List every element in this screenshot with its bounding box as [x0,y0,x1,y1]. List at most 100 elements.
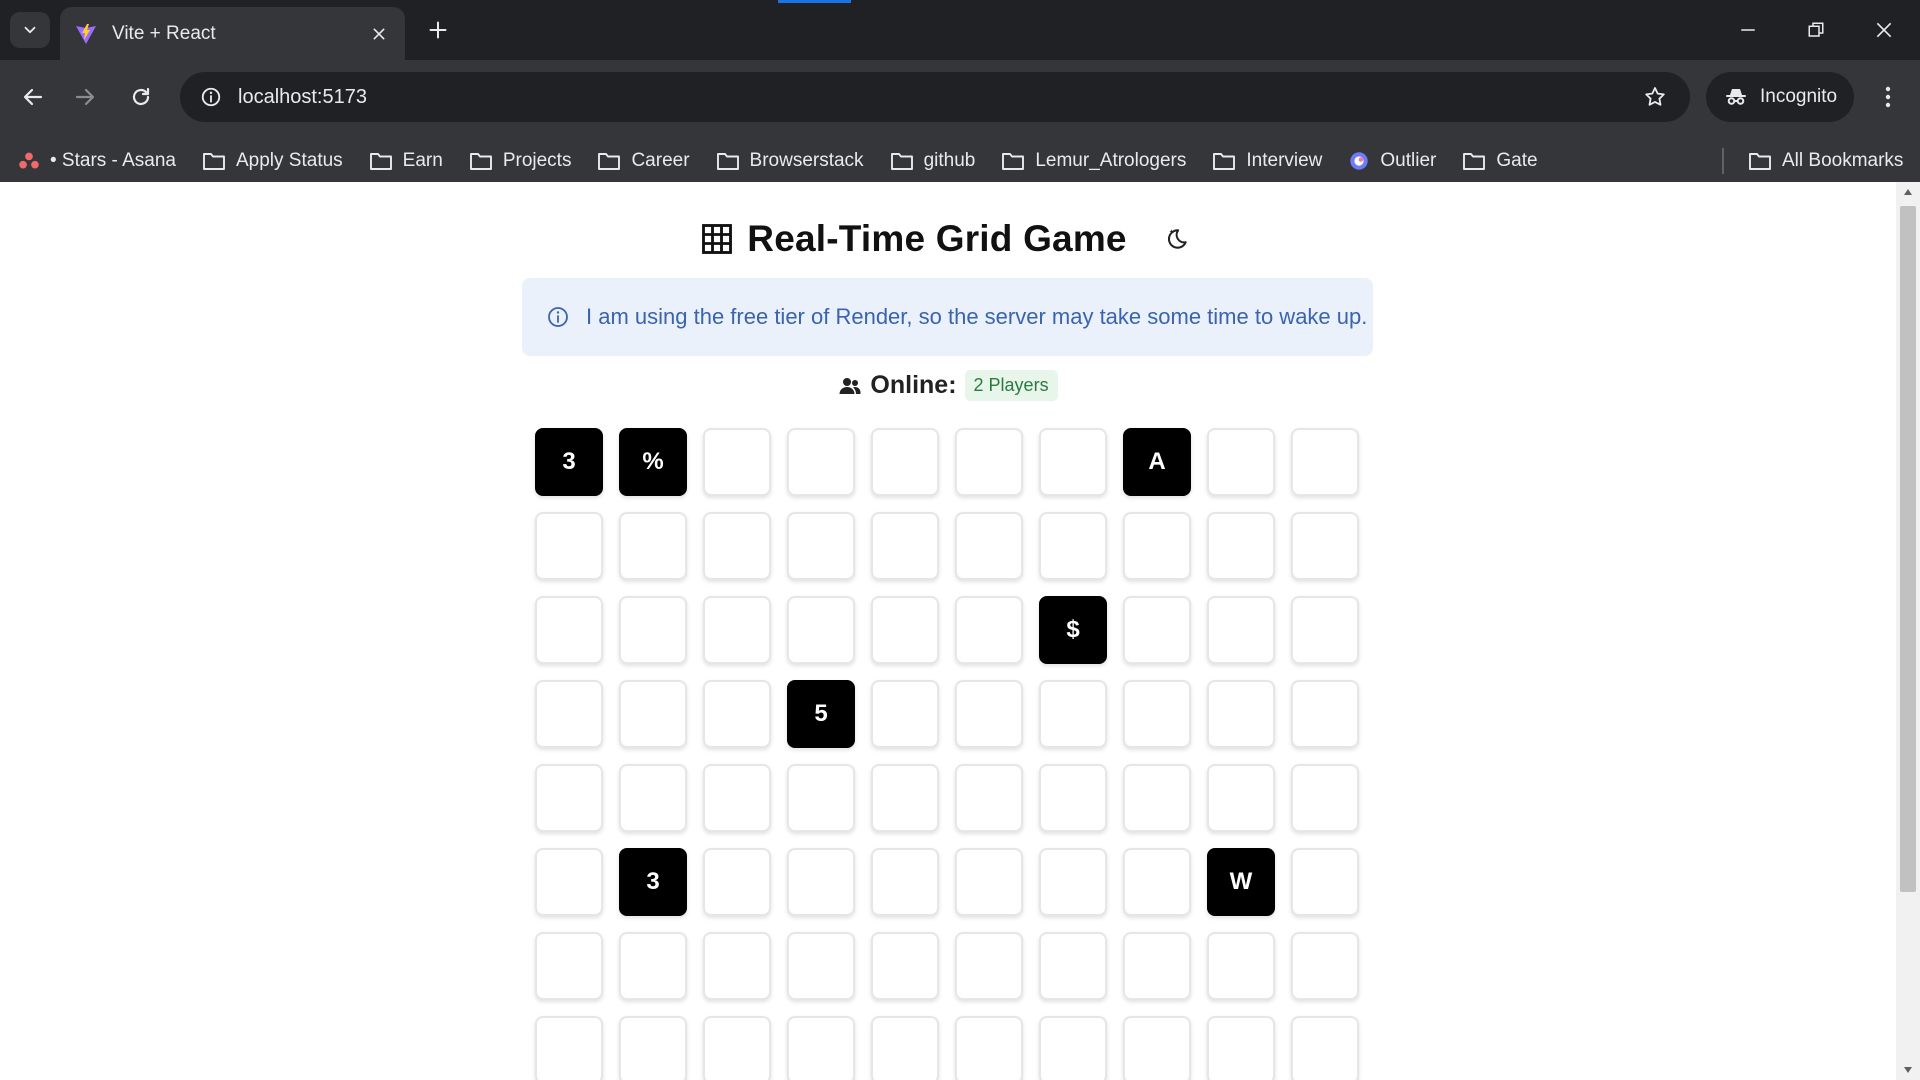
grid-cell[interactable] [1039,512,1107,580]
bookmark-browserstack[interactable]: Browserstack [716,150,864,172]
grid-cell[interactable] [619,512,687,580]
bookmark-star-button[interactable] [1630,72,1680,122]
grid-cell[interactable] [1291,1016,1359,1080]
bookmark-github[interactable]: github [890,150,975,172]
theme-toggle-button[interactable] [1157,219,1197,259]
grid-cell[interactable] [1207,428,1275,496]
grid-cell[interactable] [787,932,855,1000]
grid-cell[interactable] [871,764,939,832]
minimize-button[interactable] [1714,0,1782,60]
grid-cell[interactable] [1123,596,1191,664]
grid-cell[interactable] [871,596,939,664]
close-window-button[interactable] [1850,0,1918,60]
restore-button[interactable] [1782,0,1850,60]
reload-button[interactable] [120,76,162,118]
grid-cell[interactable] [1207,1016,1275,1080]
grid-cell[interactable] [619,596,687,664]
incognito-button[interactable]: Incognito [1706,72,1854,122]
grid-cell[interactable] [703,932,771,1000]
grid-cell[interactable] [955,512,1023,580]
grid-cell[interactable]: % [619,428,687,496]
grid-cell[interactable] [1207,512,1275,580]
grid-cell[interactable] [535,764,603,832]
grid-cell[interactable] [1291,848,1359,916]
grid-cell[interactable] [955,932,1023,1000]
grid-cell[interactable] [535,596,603,664]
scroll-up-button[interactable] [1896,182,1920,202]
bookmark-projects[interactable]: Projects [469,150,571,172]
grid-cell[interactable] [619,932,687,1000]
page-scrollbar[interactable] [1896,182,1920,1080]
grid-cell[interactable] [535,848,603,916]
grid-cell[interactable] [1207,596,1275,664]
bookmark-lemur-atrologers[interactable]: Lemur_Atrologers [1001,150,1186,172]
tab-close-button[interactable] [365,20,393,48]
tab-search-button[interactable] [10,12,50,48]
all-bookmarks-button[interactable]: All Bookmarks [1748,134,1903,188]
grid-cell[interactable] [955,848,1023,916]
grid-cell[interactable] [703,428,771,496]
grid-cell[interactable] [955,764,1023,832]
grid-cell[interactable] [535,1016,603,1080]
grid-cell[interactable] [1291,428,1359,496]
grid-cell[interactable] [1123,1016,1191,1080]
grid-cell[interactable]: 3 [619,848,687,916]
site-info-button[interactable] [186,72,236,122]
grid-cell[interactable] [703,1016,771,1080]
browser-tab[interactable]: Vite + React [60,7,405,60]
grid-cell[interactable] [1039,428,1107,496]
new-tab-button[interactable] [420,12,456,48]
grid-cell[interactable] [1039,764,1107,832]
grid-cell[interactable] [1123,932,1191,1000]
bookmark-outlier[interactable]: Outlier [1348,150,1436,172]
grid-cell[interactable] [703,596,771,664]
address-bar[interactable]: localhost:5173 [180,72,1690,122]
grid-cell[interactable] [619,1016,687,1080]
grid-cell[interactable]: 5 [787,680,855,748]
grid-cell[interactable] [1039,932,1107,1000]
grid-cell[interactable] [619,680,687,748]
grid-cell[interactable] [955,680,1023,748]
grid-cell[interactable]: A [1123,428,1191,496]
grid-cell[interactable] [1039,680,1107,748]
scroll-thumb[interactable] [1900,206,1916,892]
grid-cell[interactable] [1123,848,1191,916]
grid-cell[interactable] [871,680,939,748]
browser-menu-button[interactable] [1870,76,1906,118]
grid-cell[interactable] [535,680,603,748]
url-text[interactable]: localhost:5173 [238,86,1630,109]
grid-cell[interactable] [703,764,771,832]
grid-cell[interactable] [1291,932,1359,1000]
grid-cell[interactable] [955,596,1023,664]
scroll-down-button[interactable] [1896,1060,1920,1080]
grid-cell[interactable] [1123,512,1191,580]
grid-cell[interactable] [1207,932,1275,1000]
grid-cell[interactable] [1207,680,1275,748]
bookmark-career[interactable]: Career [597,150,690,172]
forward-button[interactable] [64,76,106,118]
grid-cell[interactable]: W [1207,848,1275,916]
grid-cell[interactable] [1123,680,1191,748]
bookmark-interview[interactable]: Interview [1212,150,1322,172]
grid-cell[interactable] [703,680,771,748]
back-button[interactable] [12,76,54,118]
grid-cell[interactable] [955,1016,1023,1080]
grid-cell[interactable] [871,512,939,580]
grid-cell[interactable] [1039,1016,1107,1080]
grid-cell[interactable] [787,596,855,664]
grid-cell[interactable] [787,428,855,496]
grid-cell[interactable] [1123,764,1191,832]
grid-cell[interactable] [871,428,939,496]
bookmark-stars-asana[interactable]: • Stars - Asana [18,150,176,172]
grid-cell[interactable] [1291,596,1359,664]
grid-cell[interactable] [1291,680,1359,748]
grid-cell[interactable] [703,512,771,580]
grid-cell[interactable]: 3 [535,428,603,496]
grid-cell[interactable] [871,848,939,916]
grid-cell[interactable] [1207,764,1275,832]
bookmark-gate[interactable]: Gate [1462,150,1538,172]
grid-cell[interactable] [1291,512,1359,580]
bookmark-apply-status[interactable]: Apply Status [202,150,343,172]
grid-cell[interactable] [787,848,855,916]
grid-cell[interactable] [619,764,687,832]
